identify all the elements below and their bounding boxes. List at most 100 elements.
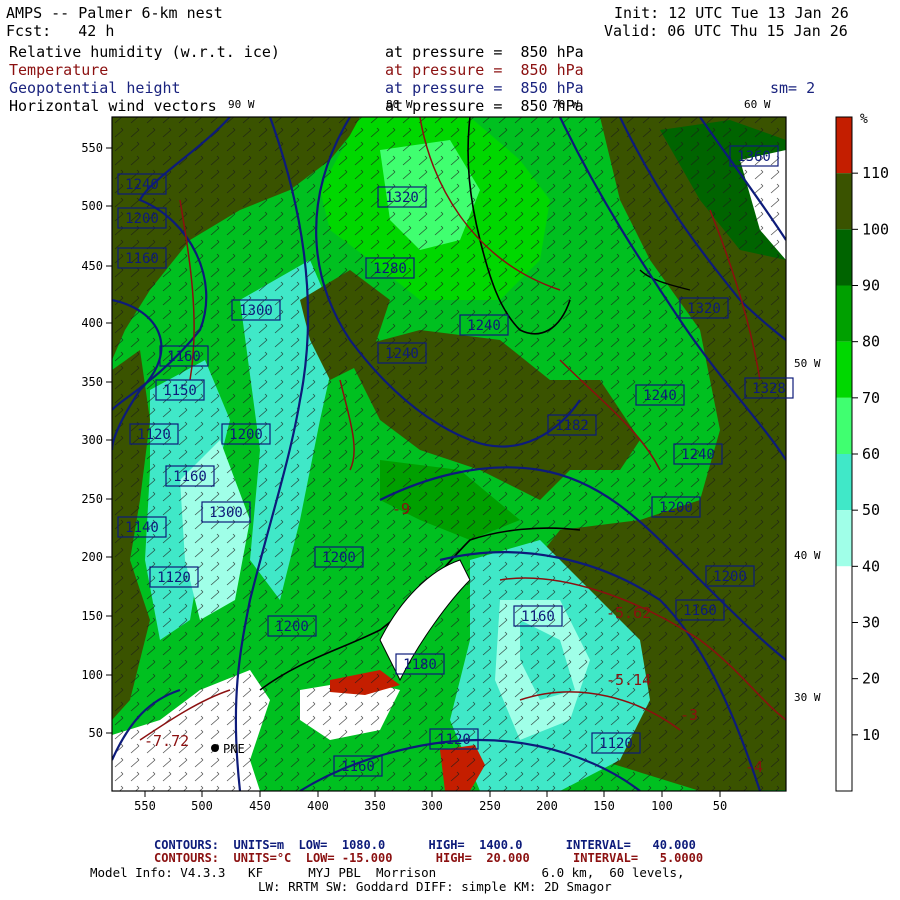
height-contour-label: 1240	[377, 342, 427, 364]
colorbar-label: 80	[862, 333, 880, 351]
station-label: PNE	[223, 742, 245, 756]
footer-model-info-2: LW: RRTM SW: Goddard DIFF: simple KM: 2D…	[258, 879, 612, 894]
colorbar-label: 30	[862, 614, 880, 632]
svg-text:1240: 1240	[467, 318, 501, 334]
height-contour-label: 1328	[744, 377, 794, 399]
longitude-labels-top: 90 W 80 W 70 W 60 W	[228, 98, 771, 111]
temperature-contour-label: -9	[392, 500, 410, 518]
svg-text:1200: 1200	[713, 569, 747, 585]
longitude-label: 30 W	[794, 691, 821, 704]
colorbar-segment	[836, 117, 852, 174]
x-tick-label: 150	[593, 799, 615, 813]
colorbar-segment	[836, 285, 852, 342]
height-contour-label: 1120	[429, 728, 479, 750]
svg-text:1200: 1200	[125, 211, 159, 227]
x-tick-label: 450	[249, 799, 271, 813]
colorbar-segment	[836, 173, 852, 230]
x-tick-label: 200	[536, 799, 558, 813]
height-contour-label: 1182	[547, 414, 597, 436]
footer-contour-height: CONTOURS: UNITS=m LOW= 1080.0 HIGH= 1400…	[154, 838, 696, 852]
y-tick-label: 100	[81, 668, 103, 682]
height-contour-label: 1200	[705, 565, 755, 587]
svg-text:1280: 1280	[373, 261, 407, 277]
colorbar-segment	[836, 622, 852, 679]
height-contour-label: 1300	[201, 501, 251, 523]
colorbar-segment	[836, 229, 852, 286]
height-contour-label: 1120	[591, 732, 641, 754]
svg-text:1120: 1120	[137, 427, 171, 443]
height-contour-label: 1200	[314, 546, 364, 568]
svg-text:1240: 1240	[681, 447, 715, 463]
svg-text:1120: 1120	[599, 736, 633, 752]
height-contour-label: 1150	[155, 379, 205, 401]
temperature-contour-label: -5.62	[606, 604, 651, 622]
svg-text:1182: 1182	[555, 418, 589, 434]
height-contour-label: 1120	[129, 423, 179, 445]
height-contour-label: 1160	[675, 599, 725, 621]
x-tick-label: 550	[134, 799, 156, 813]
svg-text:1160: 1160	[683, 603, 717, 619]
longitude-label: 60 W	[744, 98, 771, 111]
colorbar-label: 110	[862, 164, 889, 182]
height-contour-label: 1160	[165, 465, 215, 487]
temperature-contour-label: -4	[745, 758, 763, 776]
svg-text:1140: 1140	[125, 520, 159, 536]
longitude-label: 80 W	[386, 98, 413, 111]
svg-text:1320: 1320	[687, 301, 721, 317]
height-contour-label: 1240	[635, 384, 685, 406]
x-tick-label: 350	[364, 799, 386, 813]
svg-text:1200: 1200	[659, 500, 693, 516]
footer-contour-temp: CONTOURS: UNITS=°C LOW= -15.000 HIGH= 20…	[154, 851, 704, 865]
colorbar-segment	[836, 510, 852, 567]
x-axis-ticks: 550 500 450 400 350 300 250 200 150 100 50	[134, 791, 727, 813]
height-contour-label: 1240	[459, 314, 509, 336]
map-figure: 1240 1200 1160 1300 1160 1150 1120 1200 1160 1300…	[81, 98, 889, 813]
colorbar-label: 90	[862, 277, 880, 295]
height-contour-label: 1180	[395, 653, 445, 675]
svg-text:1240: 1240	[385, 346, 419, 362]
svg-text:1160: 1160	[173, 469, 207, 485]
svg-text:1160: 1160	[167, 349, 201, 365]
y-tick-label: 450	[81, 259, 103, 273]
svg-text:1300: 1300	[239, 303, 273, 319]
y-tick-label: 200	[81, 550, 103, 564]
colorbar-unit: %	[860, 112, 868, 127]
longitude-label: 70 W	[552, 98, 579, 111]
y-tick-label: 550	[81, 141, 103, 155]
longitude-labels-right: 50 W 40 W 30 W	[794, 357, 821, 704]
colorbar-label: 20	[862, 670, 880, 688]
colorbar-segment	[836, 454, 852, 511]
temperature-contour-label: -5.14	[606, 671, 651, 689]
colorbar-label: 50	[862, 501, 880, 519]
longitude-label: 90 W	[228, 98, 255, 111]
svg-text:1120: 1120	[437, 732, 471, 748]
colorbar-segment	[836, 566, 852, 623]
height-contour-label: 1160	[117, 247, 167, 269]
colorbar-segment	[836, 341, 852, 398]
x-tick-label: 300	[421, 799, 443, 813]
svg-text:1360: 1360	[737, 149, 771, 165]
svg-text:1200: 1200	[229, 427, 263, 443]
svg-text:1160: 1160	[341, 759, 375, 775]
height-contour-label: 1160	[159, 345, 209, 367]
y-tick-label: 50	[89, 726, 103, 740]
temperature-contour-label: -7.72	[144, 732, 189, 750]
x-tick-label: 50	[713, 799, 727, 813]
colorbar: % 110 100 90 80 70 60 50 40 30 20 10	[835, 112, 889, 792]
x-tick-label: 500	[191, 799, 213, 813]
temperature-contour-label: -3	[680, 706, 698, 724]
colorbar-label: 60	[862, 445, 880, 463]
x-tick-label: 250	[479, 799, 501, 813]
colorbar-label: 40	[862, 557, 880, 575]
height-contour-label: 1240	[673, 443, 723, 465]
station-marker	[211, 744, 219, 752]
longitude-label: 50 W	[794, 357, 821, 370]
height-contour-label: 1300	[231, 299, 281, 321]
height-contour-label: 1200	[221, 423, 271, 445]
svg-text:1150: 1150	[163, 383, 197, 399]
height-contour-label: 1360	[729, 145, 779, 167]
height-contour-label: 1200	[267, 615, 317, 637]
svg-text:1180: 1180	[403, 657, 437, 673]
colorbar-label: 10	[862, 726, 880, 744]
svg-text:1200: 1200	[275, 619, 309, 635]
